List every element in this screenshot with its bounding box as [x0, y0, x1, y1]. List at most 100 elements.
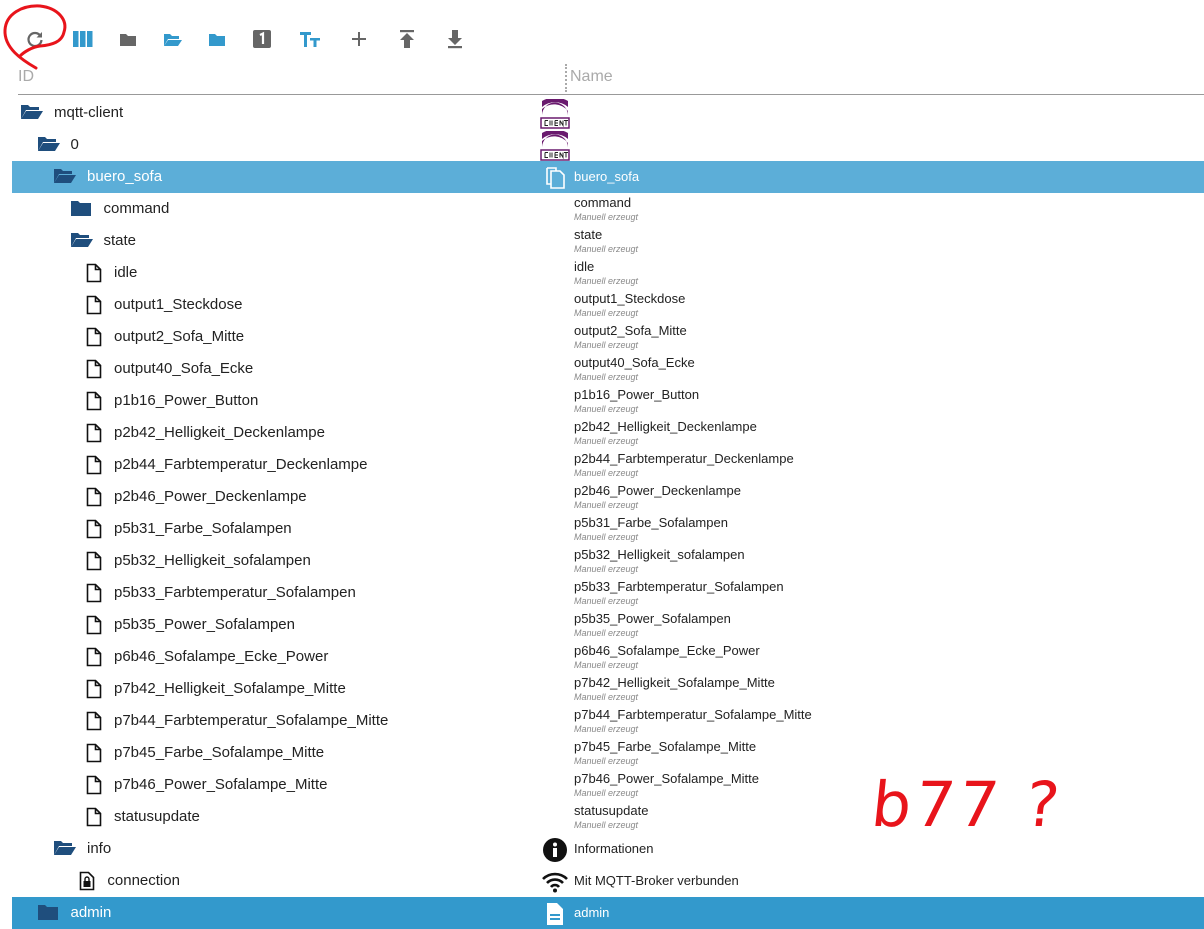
row-id: 0 [70, 136, 79, 153]
row-name-subtitle: Manuell erzeugt [574, 244, 639, 254]
tree-row[interactable]: p5b35_Power_Sofalampen p5b35_Power_Sofala… [12, 609, 1204, 641]
row-name-subtitle: Manuell erzeugt [574, 596, 639, 606]
file-icon[interactable] [86, 583, 108, 603]
row-id: p5b33_Farbtemperatur_Sofalampen [114, 584, 356, 601]
file-icon[interactable] [86, 263, 108, 283]
file-icon[interactable] [86, 487, 108, 507]
row-name: state [574, 227, 603, 242]
row-name: p2b42_Helligkeit_Deckenlampe [574, 419, 757, 434]
file-icon[interactable] [86, 775, 108, 795]
folder-open-icon[interactable] [37, 135, 60, 155]
file-icon[interactable] [86, 711, 108, 731]
tree-row[interactable]: buero_sofa buero_sofa [12, 161, 1204, 193]
tree-row[interactable]: output2_Sofa_Mitte output2_Sofa_Mitte Manu… [12, 321, 1204, 353]
file-icon[interactable] [86, 679, 108, 699]
tree-row[interactable]: idle idle Manuell erzeugt [12, 257, 1204, 289]
column-header-name[interactable]: Name [570, 68, 613, 86]
tree-row[interactable]: p2b42_Helligkeit_Deckenlampe p2b42_Hellig… [12, 417, 1204, 449]
locked-file-icon[interactable] [79, 871, 101, 891]
tree-row[interactable]: mqtt-client [12, 97, 1204, 129]
folder-icon [119, 32, 137, 47]
tree-row[interactable]: output1_Steckdose output1_Steckdose Manuel… [12, 289, 1204, 321]
row-id: output1_Steckdose [114, 296, 243, 313]
row-name-subtitle: Manuell erzeugt [574, 692, 639, 702]
file-icon[interactable] [86, 327, 108, 347]
tree-row[interactable]: p5b33_Farbtemperatur_Sofalampen p5b33_Far… [12, 577, 1204, 609]
tree-row[interactable]: p6b46_Sofalampe_Ecke_Power p6b46_Sofalamp… [12, 641, 1204, 673]
tree-row[interactable]: connection Mit MQTT-Broker verbunden [12, 865, 1204, 897]
row-name-subtitle: Manuell erzeugt [574, 724, 639, 734]
folder-open-icon [163, 32, 183, 47]
mqtt-client-icon [540, 99, 570, 129]
collapse-all-button[interactable] [115, 26, 141, 52]
file-icon[interactable] [86, 551, 108, 571]
folder-icon [208, 32, 226, 47]
row-id: command [103, 200, 170, 217]
file-icon[interactable] [86, 423, 108, 443]
expand-all-button[interactable] [160, 26, 186, 52]
upload-button[interactable] [394, 26, 420, 52]
folder-open-icon[interactable] [53, 839, 76, 859]
tree-row[interactable]: p2b46_Power_Deckenlampe p2b46_Power_Decke… [12, 481, 1204, 513]
file-icon[interactable] [86, 807, 108, 827]
file-icon[interactable] [86, 359, 108, 379]
folder-icon[interactable] [70, 199, 92, 219]
folder-icon[interactable] [37, 903, 59, 923]
file-icon[interactable] [86, 615, 108, 635]
file-icon[interactable] [86, 391, 108, 411]
column-resize-handle[interactable] [565, 64, 567, 92]
row-name: p2b46_Power_Deckenlampe [574, 483, 741, 498]
row-id: buero_sofa [87, 168, 163, 185]
row-name-subtitle: Manuell erzeugt [574, 660, 639, 670]
download-icon [446, 29, 464, 49]
folder-open-icon[interactable] [53, 167, 76, 187]
level-button[interactable] [249, 26, 275, 52]
tree-row[interactable]: admin admin [12, 897, 1204, 929]
row-name: admin [574, 905, 610, 920]
row-name: output40_Sofa_Ecke [574, 355, 695, 370]
info-icon [540, 836, 570, 864]
row-name-subtitle: Manuell erzeugt [574, 404, 639, 414]
tree-row[interactable]: p7b44_Farbtemperatur_Sofalampe_Mitte p7b4… [12, 705, 1204, 737]
copy-icon [540, 164, 570, 192]
row-name: Informationen [574, 841, 654, 856]
row-name-subtitle: Manuell erzeugt [574, 308, 639, 318]
file-icon[interactable] [86, 743, 108, 763]
tree-row[interactable]: p7b42_Helligkeit_Sofalampe_Mitte p7b42_He… [12, 673, 1204, 705]
tree-row[interactable]: 0 [12, 129, 1204, 161]
file-icon[interactable] [86, 455, 108, 475]
folder-open-icon[interactable] [20, 103, 43, 123]
row-name: statusupdate [574, 803, 649, 818]
row-name: p1b16_Power_Button [574, 387, 700, 402]
column-header-id[interactable]: ID [18, 68, 34, 86]
text-size-icon [299, 30, 321, 48]
row-name-subtitle: Manuell erzeugt [574, 468, 639, 478]
row-id: admin [70, 904, 112, 921]
tree-row[interactable]: command command Manuell erzeugt [12, 193, 1204, 225]
add-button[interactable] [346, 26, 372, 52]
row-id: state [103, 232, 137, 249]
row-name: command [574, 195, 632, 210]
tree-row[interactable]: p1b16_Power_Button p1b16_Power_Button Manu… [12, 385, 1204, 417]
download-button[interactable] [442, 26, 468, 52]
row-id: output2_Sofa_Mitte [114, 328, 245, 345]
tree-row[interactable]: p5b32_Helligkeit_sofalampen p5b32_Helligk… [12, 545, 1204, 577]
folder-open-icon[interactable] [70, 231, 93, 251]
tree-row[interactable]: p5b31_Farbe_Sofalampen p5b31_Farbe_Sofala… [12, 513, 1204, 545]
file-icon[interactable] [86, 519, 108, 539]
refresh-button[interactable] [22, 26, 48, 52]
text-size-button[interactable] [297, 26, 323, 52]
expand-level-button[interactable] [204, 26, 230, 52]
tree-row[interactable]: p2b44_Farbtemperatur_Deckenlampe p2b44_Fa… [12, 449, 1204, 481]
columns-icon [72, 30, 94, 48]
row-id: p2b42_Helligkeit_Deckenlampe [114, 424, 325, 441]
row-name-subtitle: Manuell erzeugt [574, 500, 639, 510]
tree-row[interactable]: state state Manuell erzeugt [12, 225, 1204, 257]
file-icon[interactable] [86, 295, 108, 315]
columns-button[interactable] [70, 26, 96, 52]
row-id: p7b46_Power_Sofalampe_Mitte [114, 776, 328, 793]
tree-row[interactable]: p7b45_Farbe_Sofalampe_Mitte p7b45_Farbe_S… [12, 737, 1204, 769]
tree-row[interactable]: output40_Sofa_Ecke output40_Sofa_Ecke Manu… [12, 353, 1204, 385]
file-icon[interactable] [86, 647, 108, 667]
row-name: p7b42_Helligkeit_Sofalampe_Mitte [574, 675, 775, 690]
